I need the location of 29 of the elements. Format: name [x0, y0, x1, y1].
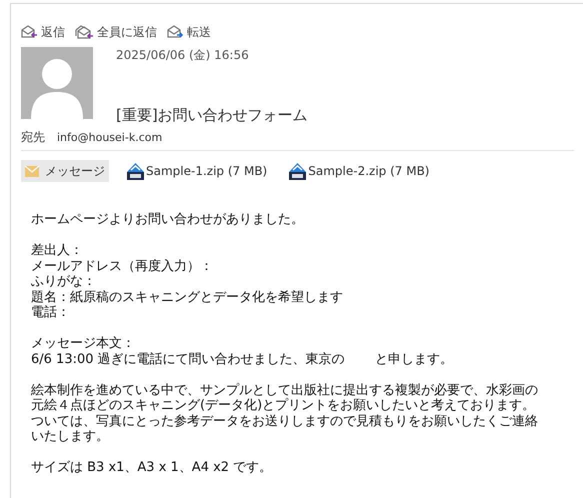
to-label: 宛先 — [21, 129, 45, 146]
body-text-line: ふりがな： — [31, 274, 96, 290]
body-text-line: 6/6 13:00 過ぎに電話にて問い合わせました、東京の と申します。 — [31, 352, 453, 367]
date-text: 2025/06/06 (金) 16:56 — [116, 47, 250, 64]
forward-button[interactable]: 転送 — [167, 24, 211, 40]
reply-all-button[interactable]: 全員に返信 — [75, 24, 157, 40]
body-text-line: 絵本制作を進めている中で、サンプルとして出版社に提出する複製が必要で、水彩画の — [31, 382, 538, 398]
body-text-line: 電話： — [31, 305, 70, 320]
body-text-line: いたします。 — [31, 429, 109, 444]
body-text-line: サイズは B3 x1、A3 x 1、A4 x2 です。 — [31, 460, 272, 476]
body-text-line: 題名：紙原稿のスキャニングとデータ化を希望します — [31, 290, 343, 305]
reply-all-icon — [75, 25, 94, 39]
body-text-line: ついては、写真にとった参考データをお送りしますので見積もりをお願いしたくご連絡 — [31, 414, 538, 429]
attachment-tab[interactable]: Sample-2.zip (7 MB) — [285, 160, 434, 182]
body-text-line: メールアドレス（再度入力）： — [31, 258, 213, 274]
body-text-line: 元絵４点ほどのスキャニング(データ化)とプリントをお願いしたいと考えております。 — [31, 398, 536, 414]
body-text-line: メッセージ本文： — [31, 336, 135, 352]
recipient-address: info@housei-k.com — [57, 131, 162, 144]
forward-icon — [167, 25, 184, 39]
subject-text: [重要]お問い合わせフォーム — [116, 106, 308, 125]
attachment-tab[interactable]: Sample-1.zip (7 MB) — [123, 160, 272, 182]
body-text-line: ホームページよりお問い合わせがありました。 — [31, 212, 304, 228]
envelope-icon — [25, 166, 39, 176]
message-tab[interactable]: メッセージ — [21, 160, 109, 182]
body-text-line: 差出人： — [31, 243, 83, 258]
reply-icon — [21, 25, 38, 39]
reply-button[interactable]: 返信 — [21, 24, 65, 40]
zip-file-icon — [127, 162, 144, 180]
zip-file-icon — [289, 162, 306, 180]
